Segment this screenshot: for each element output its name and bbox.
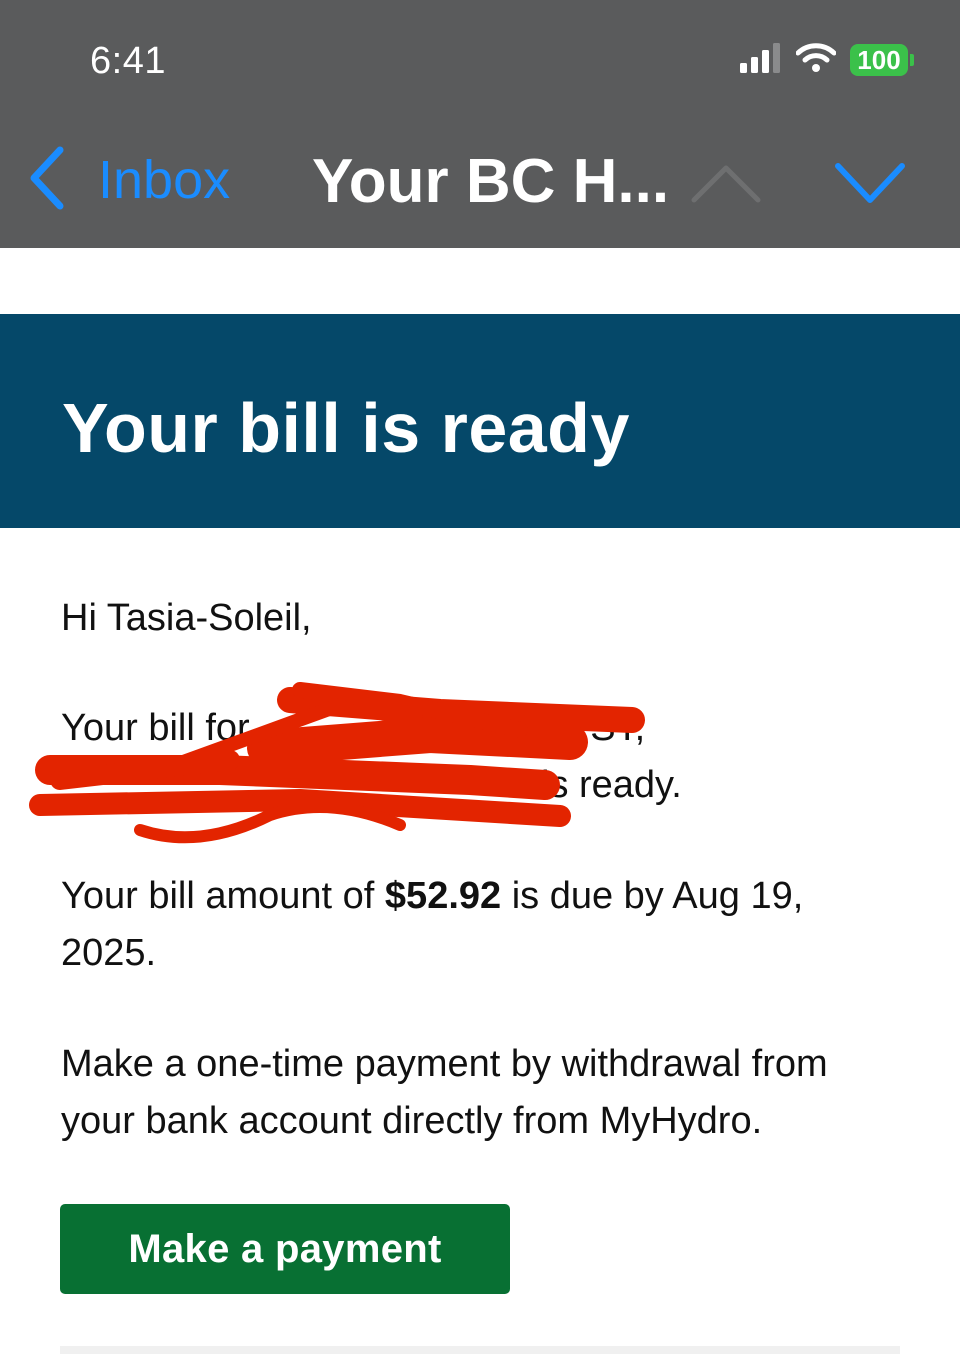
- chevron-down-icon: [834, 163, 906, 210]
- email-navigation-bar: 6:41 100 Inbox Your BC H...: [0, 0, 960, 248]
- back-to-inbox-button[interactable]: Inbox: [26, 146, 231, 215]
- previous-email-button[interactable]: [690, 158, 762, 211]
- amount-due-paragraph: Your bill amount of $52.92 is due by Aug…: [61, 868, 881, 982]
- status-time: 6:41: [90, 40, 166, 82]
- chevron-left-icon: [26, 146, 66, 215]
- status-icons: 100: [740, 42, 914, 78]
- bill-address-paragraph: Your bill for ST, is ready.: [61, 700, 881, 814]
- back-label: Inbox: [98, 150, 231, 210]
- greeting-text: Hi Tasia-Soleil,: [61, 597, 312, 639]
- email-subject-title: Your BC H...: [312, 147, 670, 216]
- bill-for-prefix: Your bill for: [61, 707, 261, 749]
- section-divider: [60, 1346, 900, 1354]
- next-email-button[interactable]: [834, 158, 906, 211]
- battery-cap: [910, 54, 914, 66]
- battery-level: 100: [850, 44, 908, 76]
- make-payment-button-label: Make a payment: [128, 1226, 442, 1271]
- amount-prefix: Your bill amount of: [61, 875, 385, 917]
- chevron-up-icon: [690, 165, 762, 210]
- wifi-icon: [795, 42, 837, 78]
- bill-for-visible-2: is ready.: [541, 764, 682, 806]
- battery-icon: 100: [850, 44, 914, 76]
- cellular-signal-icon: [740, 42, 782, 78]
- bill-for-visible-1: ST,: [590, 707, 646, 749]
- payment-info-paragraph: Make a one-time payment by withdrawal fr…: [61, 1043, 828, 1142]
- bill-amount: $52.92: [384, 875, 502, 917]
- make-payment-button[interactable]: Make a payment: [60, 1204, 510, 1294]
- banner-title: Your bill is ready: [62, 389, 630, 467]
